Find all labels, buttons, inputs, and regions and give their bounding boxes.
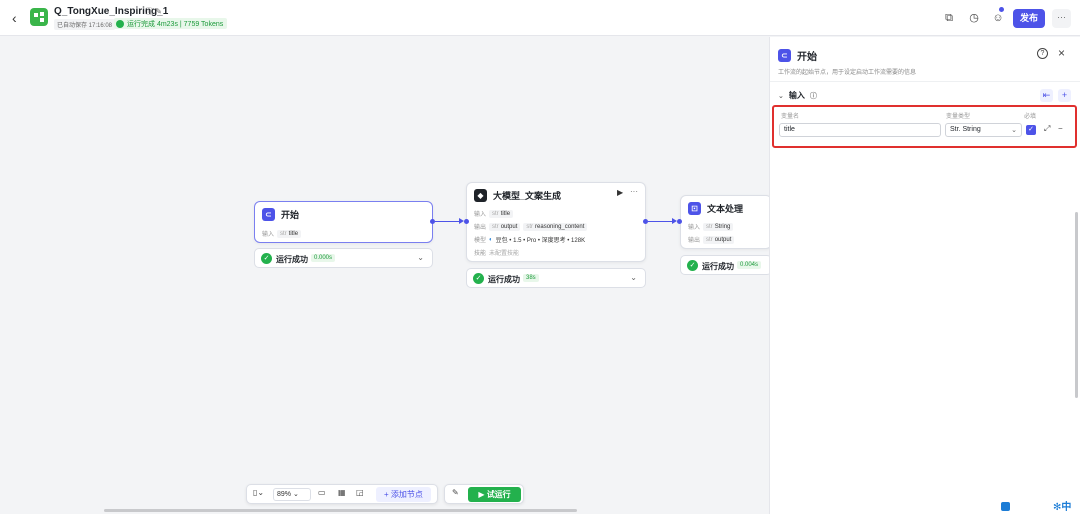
grid-icon[interactable]: ▦ xyxy=(338,488,346,497)
input-section-header[interactable]: ⌄ 输入 ⓘ xyxy=(778,90,817,101)
start-node-icon: ⊂ xyxy=(778,49,791,62)
start-status-card[interactable]: ✓ 运行成功 0.000s ⌄ xyxy=(254,248,433,268)
llm-input-port[interactable] xyxy=(464,219,469,224)
text-node[interactable]: ⊡ 文本处理 输入 str String 输出 str output xyxy=(680,195,772,249)
success-icon: ✓ xyxy=(261,253,272,264)
chevron-down-icon: ⌄ xyxy=(778,92,784,100)
success-check-icon xyxy=(116,19,124,28)
test-run-button[interactable]: ▶ 试运行 xyxy=(468,487,521,502)
llm-output-row: 输出 str output str reasoning_content xyxy=(474,222,588,231)
col-required-header: 必填 xyxy=(1024,114,1037,120)
horizontal-scrollbar[interactable] xyxy=(104,509,577,512)
close-icon[interactable]: × xyxy=(1058,46,1065,60)
status-text: 运行成功 xyxy=(488,275,520,284)
add-variable-button[interactable]: + xyxy=(1058,89,1071,102)
text-node-icon: ⊡ xyxy=(688,202,701,215)
minimap-icon[interactable]: ◲ xyxy=(356,488,364,497)
llm-node[interactable]: ◆ 大模型_文案生成 ▶ ··· 输入 str title 输出 str outpu… xyxy=(466,182,646,262)
status-text: 运行成功 xyxy=(702,262,734,271)
top-bar: ‹ Q_TongXue_Inspiring_1 ⓘ ✎ 已自动保存 17:16:… xyxy=(0,0,1080,36)
ime-indicator[interactable]: ✻中 xyxy=(1049,498,1080,514)
run-node-icon[interactable]: ▶ xyxy=(617,188,623,197)
run-status-text: 运行完成 4m23s | 7759 Tokens xyxy=(127,20,224,28)
duration-badge: 0.004s xyxy=(737,261,762,269)
start-node-input-row: 输入 str title xyxy=(262,229,302,238)
input-variable-table: 变量名 变量类型 必填 title Str. String ⌄ ✓ ⤢ − xyxy=(772,105,1077,148)
run-toolbar: ✎ ▶ 试运行 xyxy=(444,484,524,504)
chevron-down-icon[interactable]: ⌄ xyxy=(630,273,637,282)
import-icon[interactable]: ⇤ xyxy=(1040,89,1053,102)
variable-name-input[interactable]: title xyxy=(779,123,941,137)
input-tag: str title xyxy=(277,229,302,238)
panel-header: ⊂ 开始 xyxy=(778,48,817,63)
llm-skill-row: 技能 未配置技能 xyxy=(474,251,520,257)
edge-llm-text xyxy=(648,221,674,222)
success-icon: ✓ xyxy=(473,273,484,284)
status-tray-icon[interactable] xyxy=(1001,502,1010,511)
llm-input-row: 输入 str title xyxy=(474,209,514,218)
copy-icon[interactable]: ⧉ xyxy=(942,11,956,25)
start-node[interactable]: ⊂ 开始 输入 str title xyxy=(254,201,433,243)
required-checkbox[interactable]: ✓ xyxy=(1026,125,1036,135)
col-type-header: 变量类型 xyxy=(946,114,971,120)
publish-button[interactable]: 发布 xyxy=(1013,9,1045,28)
history-icon[interactable]: ◷ xyxy=(967,11,981,25)
text-node-header: ⊡ 文本处理 xyxy=(688,202,743,215)
remove-icon[interactable]: − xyxy=(1058,124,1063,133)
add-node-button[interactable]: + 添加节点 xyxy=(376,487,431,502)
chevron-down-icon[interactable]: ⌄ xyxy=(417,253,424,262)
autosave-label: 已自动保存 17:16:08 xyxy=(54,19,116,30)
expand-icon[interactable]: ⤢ xyxy=(1044,124,1050,134)
status-text: 运行成功 xyxy=(276,255,308,264)
duration-badge: 0.000s xyxy=(311,254,336,262)
node-more-icon[interactable]: ··· xyxy=(630,187,638,196)
duration-badge: 38s xyxy=(523,274,539,282)
llm-node-header: ◆ 大模型_文案生成 xyxy=(474,189,561,202)
start-node-title: 开始 xyxy=(281,210,300,220)
text-input-row: 输入 str String xyxy=(688,222,734,231)
node-config-panel: ⊂ 开始 ? × 工作流的起始节点，用于设定启动工作流需要的信息 ⌄ 输入 ⓘ … xyxy=(769,37,1080,514)
vertical-scrollbar[interactable] xyxy=(1075,212,1078,398)
run-status-badge: 运行完成 4m23s | 7759 Tokens xyxy=(114,18,228,29)
canvas-toolbar: ▯⌄ 89% ⌄ ▭ ▦ ◲ + 添加节点 xyxy=(246,484,438,504)
input-label: 输入 xyxy=(262,232,275,238)
llm-node-icon: ◆ xyxy=(474,189,487,202)
llm-model-row: 模型 ◐ 豆包 • 1.5 • Pro • 深度思考 • 128K xyxy=(474,236,586,245)
divider xyxy=(770,81,1080,82)
start-node-header: ⊂ 开始 xyxy=(262,208,299,221)
info-icon: ⓘ xyxy=(809,92,817,100)
panel-title: 开始 xyxy=(797,52,817,63)
panel-description: 工作流的起始节点，用于设定启动工作流需要的信息 xyxy=(778,70,917,76)
section-title: 输入 xyxy=(788,91,805,100)
notification-badge xyxy=(999,7,1004,12)
text-node-title: 文本处理 xyxy=(707,204,744,214)
edge-start-llm xyxy=(435,221,461,222)
col-name-header: 变量名 xyxy=(781,114,800,120)
pointer-mode-icon[interactable]: ▯⌄ xyxy=(253,488,264,497)
back-icon[interactable]: ‹ xyxy=(12,10,24,26)
success-icon: ✓ xyxy=(687,260,698,271)
text-status-card[interactable]: ✓ 运行成功 0.004s xyxy=(680,255,772,275)
start-node-icon: ⊂ xyxy=(262,208,275,221)
zoom-select[interactable]: 89% ⌄ xyxy=(273,488,311,501)
help-icon[interactable]: ? xyxy=(1037,48,1048,59)
llm-node-title: 大模型_文案生成 xyxy=(493,191,562,201)
more-button[interactable]: ··· xyxy=(1052,9,1071,28)
text-output-row: 输出 str output xyxy=(688,235,735,244)
title-edit-icons[interactable]: ⓘ ✎ xyxy=(145,6,162,17)
model-logo-icon: ◐ xyxy=(489,236,493,243)
app-logo-icon xyxy=(30,8,48,26)
comment-icon[interactable]: ▭ xyxy=(318,488,326,497)
llm-status-card[interactable]: ✓ 运行成功 38s ⌄ xyxy=(466,268,646,288)
debug-icon[interactable]: ✎ xyxy=(452,488,459,497)
variable-type-select[interactable]: Str. String ⌄ xyxy=(945,123,1022,137)
collaborator-icon[interactable]: ☺ xyxy=(991,11,1005,25)
text-input-port[interactable] xyxy=(677,219,682,224)
